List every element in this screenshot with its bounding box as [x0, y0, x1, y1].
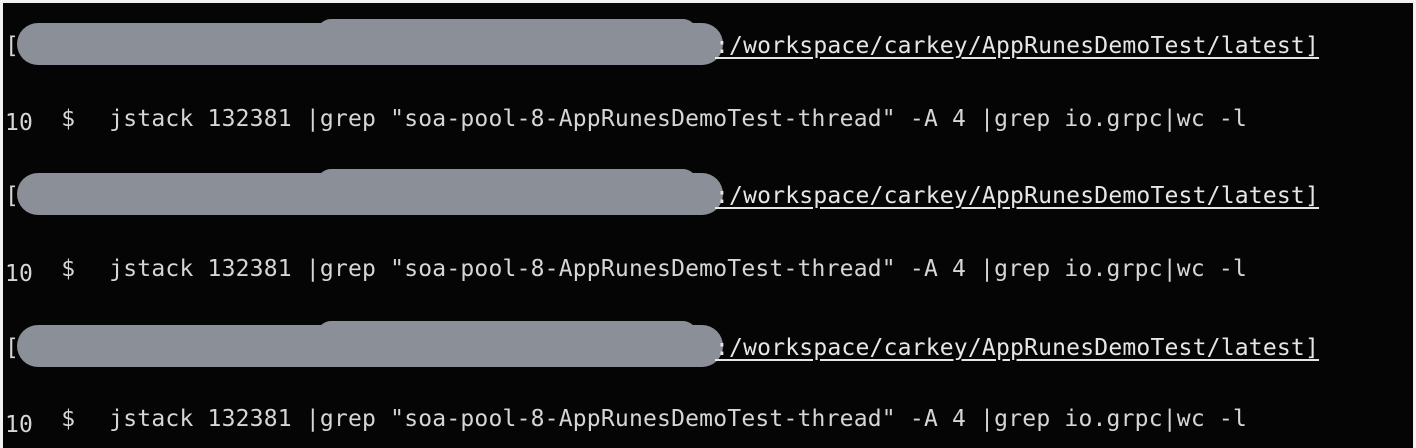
- prompt-line: [ :/workspace/carkey/AppRunesDemoTest/la…: [3, 19, 1413, 65]
- command-text: jstack 132381 |grep "soa-pool-8-AppRunes…: [109, 106, 1248, 132]
- command-output: 10: [5, 261, 34, 287]
- prompt-symbol: $: [61, 106, 76, 132]
- command-line: $ jstack 132381 |grep "soa-pool-8-AppRune…: [5, 74, 1247, 132]
- working-directory-path: :/workspace/carkey/AppRunesDemoTest/late…: [715, 33, 1320, 59]
- redacted-user-host: [17, 169, 723, 215]
- prompt-line: [ :/workspace/carkey/AppRunesDemoTest/la…: [3, 169, 1413, 215]
- prompt-symbol: $: [61, 256, 76, 282]
- redacted-user-host: [17, 19, 723, 65]
- terminal-window[interactable]: [ :/workspace/carkey/AppRunesDemoTest/la…: [0, 0, 1416, 448]
- working-directory-path: :/workspace/carkey/AppRunesDemoTest/late…: [715, 183, 1320, 209]
- working-directory-path: :/workspace/carkey/AppRunesDemoTest/late…: [715, 335, 1320, 361]
- command-output: 10: [5, 110, 34, 136]
- command-output: 10: [5, 412, 34, 438]
- command-line: $ jstack 132381 |grep "soa-pool-8-AppRune…: [5, 224, 1247, 282]
- prompt-symbol: $: [61, 406, 76, 432]
- command-line: $ jstack 132381 |grep "soa-pool-8-AppRune…: [5, 374, 1247, 432]
- redacted-user-host: [17, 321, 723, 367]
- prompt-line: [ :/workspace/carkey/AppRunesDemoTest/la…: [3, 321, 1413, 367]
- command-text: jstack 132381 |grep "soa-pool-8-AppRunes…: [109, 406, 1248, 432]
- command-text: jstack 132381 |grep "soa-pool-8-AppRunes…: [109, 256, 1248, 282]
